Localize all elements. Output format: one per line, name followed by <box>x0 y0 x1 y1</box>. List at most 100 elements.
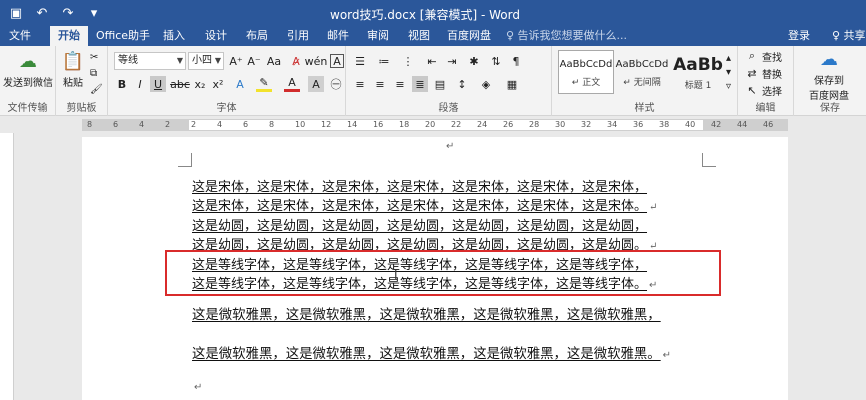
underline-icon[interactable]: U <box>150 76 166 92</box>
grow-font-icon[interactable]: A⁺ <box>228 53 244 69</box>
bold-icon[interactable]: B <box>114 76 130 92</box>
send-to-wechat-label: 发送到微信 <box>3 78 53 89</box>
ruler-tick-label: 12 <box>321 120 332 129</box>
align-center-icon[interactable]: ≡ <box>372 76 388 92</box>
tab-design[interactable]: 设计 <box>200 26 232 46</box>
tab-insert[interactable]: 插入 <box>158 26 190 46</box>
align-right-icon[interactable]: ≡ <box>392 76 408 92</box>
doc-line[interactable]: 这是幼圆，这是幼圆，这是幼圆，这是幼圆，这是幼圆，这是幼圆，这是幼圆， <box>192 215 647 234</box>
format-painter-icon[interactable]: 🖌 <box>90 81 103 97</box>
tab-office-assistant[interactable]: Office助手 <box>94 26 152 46</box>
doc-line[interactable]: 这是微软雅黑，这是微软雅黑，这是微软雅黑，这是微软雅黑，这是微软雅黑。 ↵ <box>192 342 671 362</box>
redo-icon[interactable]: ↷ <box>58 3 78 23</box>
clear-format-icon[interactable]: A̷ <box>288 53 304 69</box>
sort-icon[interactable]: ⇅ <box>488 53 504 69</box>
chevron-down-icon: ▼ <box>176 56 183 65</box>
doc-line[interactable]: 这是微软雅黑，这是微软雅黑，这是微软雅黑，这是微软雅黑，这是微软雅黑， <box>192 303 661 323</box>
chinese-layout-icon[interactable]: ✱ <box>466 53 482 69</box>
ruler-tick-label: 24 <box>477 120 488 129</box>
font-size-value: 小四 <box>192 55 212 66</box>
ruler-tick-label: 4 <box>217 120 223 129</box>
tab-mailings[interactable]: 邮件 <box>322 26 354 46</box>
ruler-tick-label: 26 <box>503 120 514 129</box>
tab-file[interactable]: 文件 <box>4 26 36 46</box>
increase-indent-icon[interactable]: ⇥ <box>444 53 460 69</box>
login-link[interactable]: 登录 <box>788 26 810 46</box>
doc-line[interactable]: 这是宋体，这是宋体，这是宋体，这是宋体，这是宋体，这是宋体，这是宋体， <box>192 176 647 195</box>
save-to-baidu-label-1: 保存到 <box>814 76 844 87</box>
text-effects-icon[interactable]: A <box>232 76 248 92</box>
tab-review[interactable]: 审阅 <box>362 26 394 46</box>
undo-icon[interactable]: ↶ <box>32 3 52 23</box>
shrink-font-icon[interactable]: A⁻ <box>246 53 262 69</box>
highlight-color-icon[interactable]: ✎ <box>256 76 272 92</box>
numbering-icon[interactable]: ≔ <box>376 53 392 69</box>
style-sample: AaBb <box>673 55 723 75</box>
save-icon[interactable]: ▣ <box>6 3 26 23</box>
replace-button[interactable]: ⇄ 替换 <box>744 65 782 81</box>
share-button[interactable]: ♀ 共享 <box>832 26 866 46</box>
show-marks-icon[interactable]: ¶ <box>508 53 524 69</box>
find-button[interactable]: ⌕ 查找 <box>744 48 782 64</box>
vertical-ruler[interactable] <box>0 133 14 400</box>
italic-icon[interactable]: I <box>132 76 148 92</box>
window-title: word技巧.docx [兼容模式] - Word <box>330 8 520 22</box>
ruler-tick-label: 38 <box>659 120 670 129</box>
style-normal[interactable]: AaBbCcDd ↵ 正文 <box>558 50 614 94</box>
tab-view[interactable]: 视图 <box>403 26 435 46</box>
tell-me-search[interactable]: ♀ 告诉我您想要做什么... <box>506 26 627 46</box>
char-shading-icon[interactable]: A <box>308 76 324 92</box>
tab-baidu-netdisk[interactable]: 百度网盘 <box>444 26 494 46</box>
horizontal-ruler[interactable]: 8 6 4 2 2 4 6 8 10 12 14 16 18 20 22 24 26 28 30 32 34 36 38 40… <box>82 119 788 131</box>
font-size-combo[interactable]: 小四 ▼ <box>188 52 224 70</box>
select-button[interactable]: ↖ 选择 <box>744 82 782 98</box>
group-styles: AaBbCcDd ↵ 正文 AaBbCcDd ↵ 无间隔 AaBb 标题 1 ▴… <box>552 46 738 116</box>
ruler-tick-label: 8 <box>269 120 275 129</box>
crop-mark-top-left <box>178 153 192 167</box>
shading-icon[interactable]: ◈ <box>478 76 494 92</box>
clipboard-icon: 📋 <box>61 50 85 72</box>
doc-line[interactable]: 这是宋体，这是宋体，这是宋体，这是宋体，这是宋体，这是宋体，这是宋体。 ↵ <box>192 195 657 214</box>
phonetic-guide-icon[interactable]: wén <box>305 53 328 69</box>
ruler-tick-label: 8 <box>87 120 93 129</box>
ruler-tick-label: 36 <box>633 120 644 129</box>
tab-layout[interactable]: 布局 <box>241 26 273 46</box>
font-color-icon[interactable]: A <box>284 76 300 92</box>
ruler-tick-label: 10 <box>295 120 306 129</box>
cut-icon[interactable]: ✂ <box>90 49 98 65</box>
paragraph-mark: ↵ <box>446 141 455 152</box>
tab-references[interactable]: 引用 <box>282 26 314 46</box>
decrease-indent-icon[interactable]: ⇤ <box>424 53 440 69</box>
style-heading-1[interactable]: AaBb 标题 1 <box>670 50 726 94</box>
align-left-icon[interactable]: ≡ <box>352 76 368 92</box>
change-case-icon[interactable]: Aa <box>266 53 282 69</box>
font-name-combo[interactable]: 等线 ▼ <box>114 52 186 70</box>
justify-icon[interactable]: ≣ <box>412 76 428 92</box>
bullets-icon[interactable]: ☰ <box>352 53 368 69</box>
save-to-baidu-button[interactable]: ☁ 保存到 百度网盘 <box>798 48 860 103</box>
paste-button[interactable]: 📋 粘贴 <box>60 50 86 90</box>
ruler-tick-label: 46 <box>763 120 774 129</box>
superscript-icon[interactable]: x² <box>210 76 226 92</box>
send-to-wechat-button[interactable]: ☁ 发送到微信 <box>2 50 54 90</box>
copy-icon[interactable]: ⧉ <box>90 65 97 81</box>
multilevel-list-icon[interactable]: ⋮ <box>400 53 416 69</box>
tab-home[interactable]: 开始 <box>50 26 88 46</box>
subscript-icon[interactable]: x₂ <box>192 76 208 92</box>
strikethrough-icon[interactable]: abc <box>170 76 190 92</box>
replace-icon: ⇄ <box>747 66 757 80</box>
char-border-icon[interactable]: A <box>330 53 344 69</box>
ruler-tick-label: 34 <box>607 120 618 129</box>
styles-more-icon[interactable]: ▿ <box>726 78 731 94</box>
borders-icon[interactable]: ▦ <box>504 76 520 92</box>
enclose-char-icon[interactable]: ㊀ <box>328 76 344 92</box>
style-name: ↵ 无间隔 <box>623 78 661 88</box>
customize-qat-icon[interactable]: ▾ <box>84 3 104 23</box>
line-spacing-icon[interactable]: ↕ <box>454 76 470 92</box>
style-no-spacing[interactable]: AaBbCcDd ↵ 无间隔 <box>614 50 670 94</box>
distributed-icon[interactable]: ▤ <box>432 76 448 92</box>
cursor-icon: ↖ <box>747 83 757 97</box>
style-sample: AaBbCcDd <box>559 59 613 70</box>
ruler-tick-label: 30 <box>555 120 566 129</box>
group-label-editing: 编辑 <box>755 103 776 114</box>
